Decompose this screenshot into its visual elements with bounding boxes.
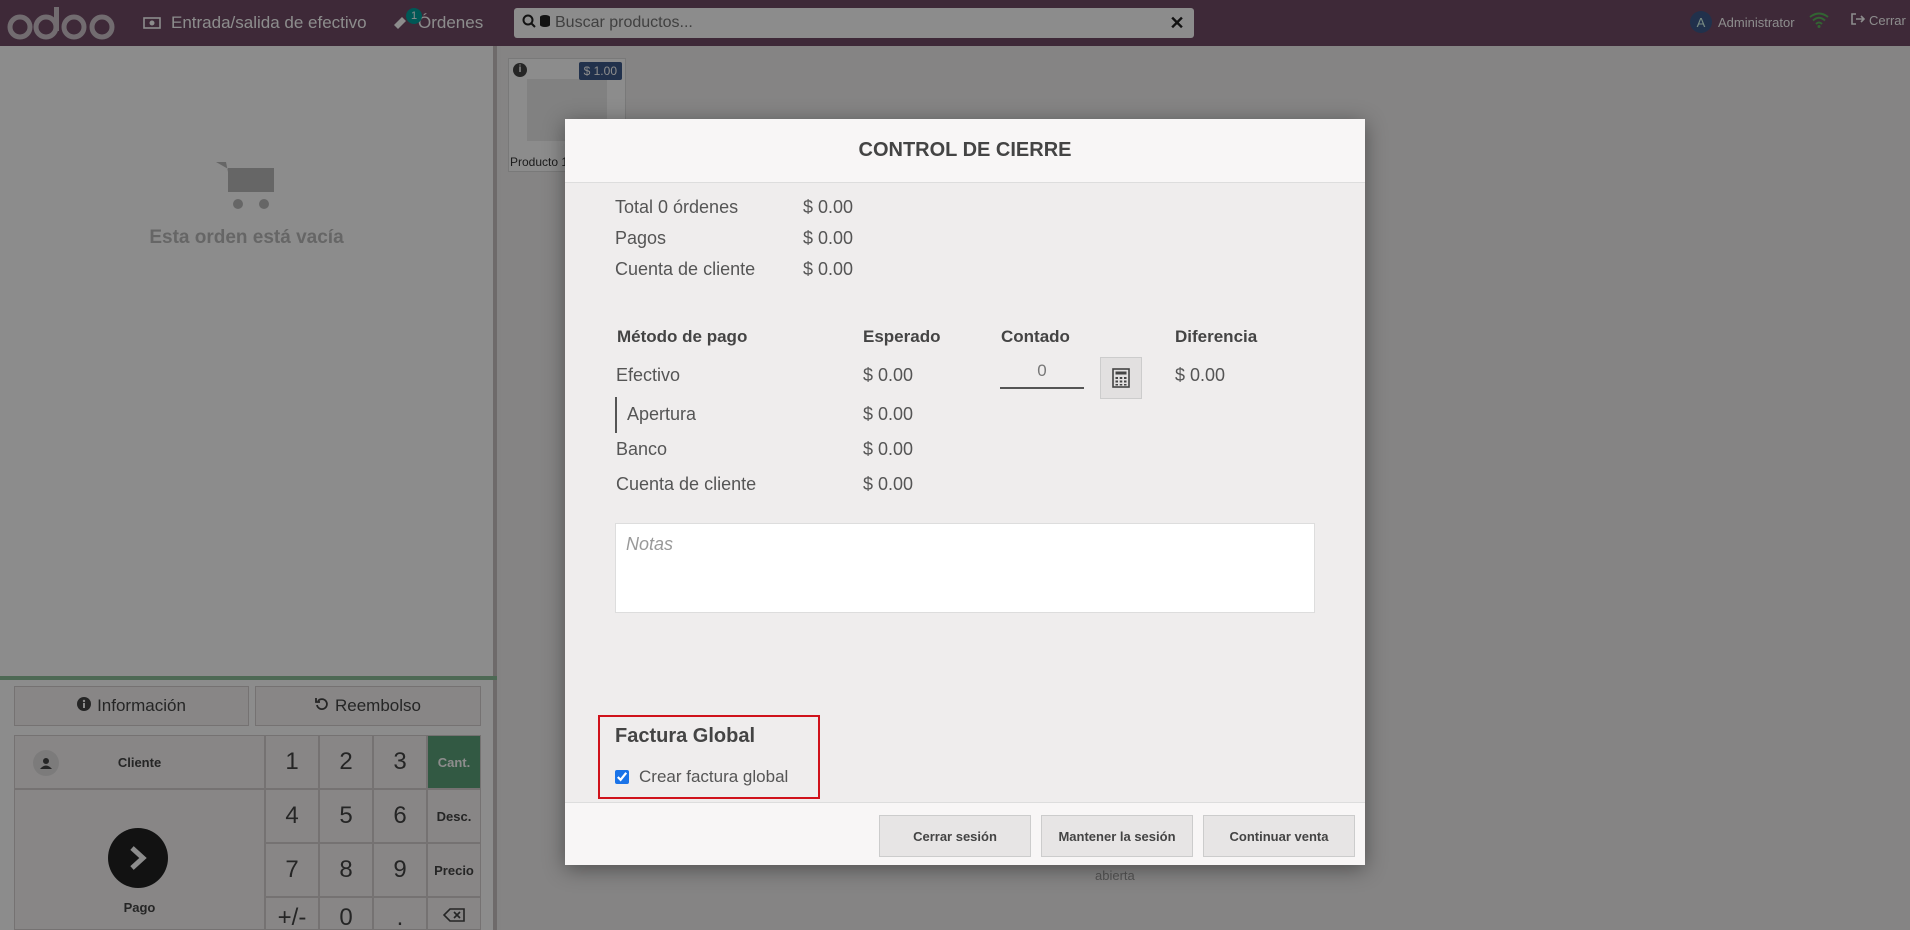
global-invoice-option[interactable]: Crear factura global — [615, 767, 788, 787]
opening-indent-bar — [615, 397, 617, 433]
keep-session-button[interactable]: Mantener la sesión — [1041, 815, 1193, 857]
opening-expected-value: $ 0.00 — [863, 404, 914, 424]
summary-customer-account-value: $ 0.00 — [803, 259, 854, 279]
bank-expected-value: $ 0.00 — [863, 439, 914, 459]
create-global-invoice-label: Crear factura global — [639, 767, 789, 786]
calculator-icon[interactable] — [1100, 357, 1142, 399]
summary-payments-value: $ 0.00 — [803, 228, 854, 248]
closing-control-dialog: CONTROL DE CIERRE Total 0 órdenes $ 0.00… — [565, 119, 1365, 865]
opening-method-label: Apertura — [627, 404, 697, 424]
summary-customer-account-label: Cuenta de cliente — [615, 259, 756, 279]
customer-account-expected-value: $ 0.00 — [863, 474, 914, 494]
customer-account-method-label: Cuenta de cliente — [616, 474, 757, 494]
notes-textarea[interactable] — [615, 523, 1315, 613]
dialog-footer: Cerrar sesión Mantener la sesión Continu… — [565, 802, 1365, 865]
cash-counted-input[interactable] — [1000, 355, 1084, 389]
summary-orders-label: Total 0 órdenes — [615, 197, 739, 217]
close-session-button[interactable]: Cerrar sesión — [879, 815, 1031, 857]
header-difference: Diferencia — [1175, 327, 1258, 346]
continue-selling-button[interactable]: Continuar venta — [1203, 815, 1355, 857]
header-expected: Esperado — [863, 327, 941, 346]
bank-method-label: Banco — [616, 439, 668, 459]
global-invoice-title: Factura Global — [615, 725, 756, 747]
summary-payments-label: Pagos — [615, 228, 667, 248]
dialog-title: CONTROL DE CIERRE — [565, 119, 1365, 183]
cash-method-label: Efectivo — [616, 365, 681, 385]
cash-difference-value: $ 0.00 — [1175, 365, 1226, 385]
summary-orders-value: $ 0.00 — [803, 197, 854, 217]
create-global-invoice-checkbox[interactable] — [615, 770, 629, 784]
header-counted: Contado — [1001, 327, 1070, 346]
header-payment-method: Método de pago — [617, 327, 748, 346]
cash-expected-value: $ 0.00 — [863, 365, 914, 385]
